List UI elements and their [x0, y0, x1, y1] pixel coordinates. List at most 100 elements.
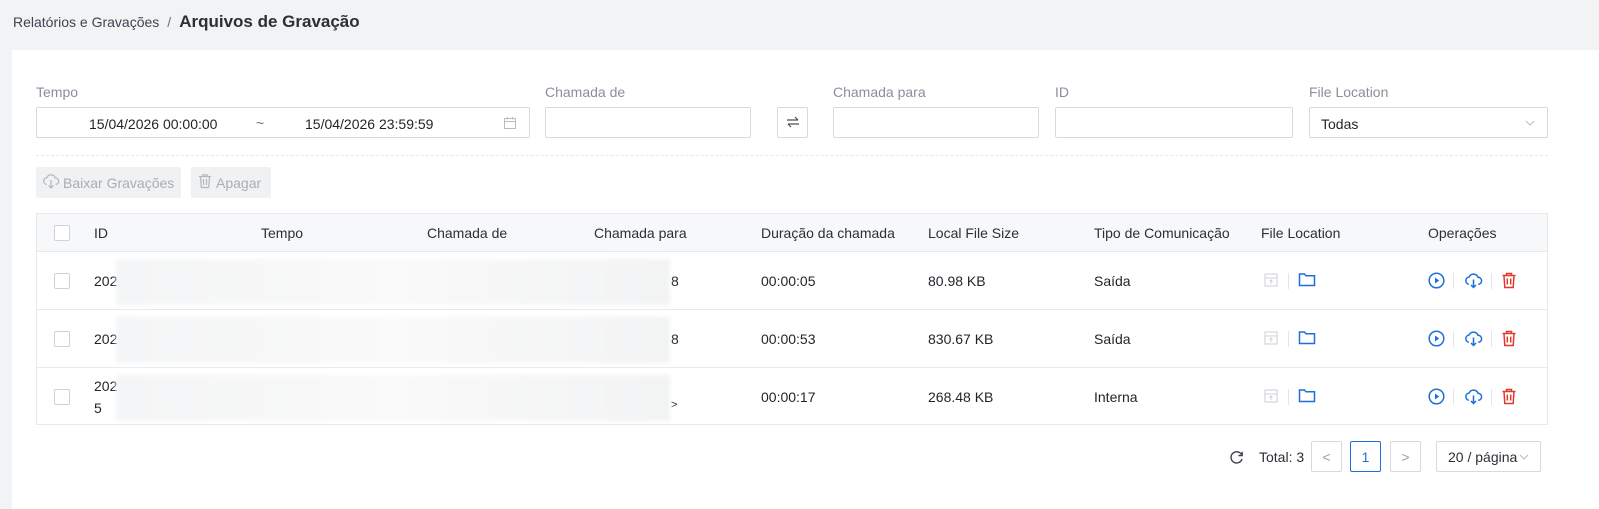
delete-label: Apagar [216, 174, 262, 191]
download-recordings-button[interactable]: Baixar Gravações [36, 167, 181, 198]
page-1-button[interactable]: 1 [1350, 441, 1381, 472]
folder-icon[interactable] [1297, 386, 1317, 404]
table-row: 202 8 00:00:05 80.98 KB Saída [37, 252, 1547, 310]
header-operacoes: Operações [1428, 225, 1497, 241]
table-row: 202 5 > 00:00:17 268.48 KB Interna [37, 368, 1547, 426]
icon-separator [1288, 331, 1289, 347]
date-range-separator: ~ [256, 115, 265, 131]
trash-icon[interactable] [1500, 271, 1518, 289]
chevron-right-icon: > [1401, 448, 1410, 465]
row-checkbox[interactable] [54, 273, 70, 289]
chamada-de-input[interactable] [545, 107, 751, 138]
breadcrumb-parent[interactable]: Relatórios e Gravações [13, 14, 159, 30]
refresh-icon[interactable] [1227, 448, 1245, 466]
trash-icon [197, 173, 216, 192]
cell-duracao: 00:00:53 [761, 331, 816, 347]
folder-icon[interactable] [1297, 270, 1317, 288]
play-icon[interactable] [1427, 329, 1445, 347]
cell-file-size: 830.67 KB [928, 331, 994, 347]
chevron-left-icon: < [1322, 448, 1331, 465]
file-location-select[interactable]: Todas [1309, 107, 1548, 138]
recordings-table: ID Tempo Chamada de Chamada para Duração… [36, 213, 1548, 425]
chevron-down-icon [1524, 117, 1536, 129]
cloud-download-icon [42, 173, 63, 192]
redacted-area [116, 317, 670, 363]
row-checkbox[interactable] [54, 389, 70, 405]
icon-separator [1288, 389, 1289, 405]
chevron-down-icon [1519, 454, 1529, 460]
download-recordings-label: Baixar Gravações [63, 174, 175, 191]
breadcrumb: Relatórios e Gravações / Arquivos de Gra… [13, 12, 360, 32]
table-header: ID Tempo Chamada de Chamada para Duração… [37, 214, 1547, 252]
page-size-select[interactable]: 20 / página [1436, 441, 1541, 472]
redacted-area [116, 259, 670, 305]
play-icon[interactable] [1427, 387, 1445, 405]
cell-id: 202 [94, 331, 118, 347]
cell-file-size: 268.48 KB [928, 389, 994, 405]
header-tempo[interactable]: Tempo [261, 225, 303, 241]
cloud-download-icon[interactable] [1463, 329, 1483, 347]
archive-icon [1262, 329, 1280, 347]
date-start[interactable]: 15/04/2026 00:00:00 [89, 116, 217, 132]
cell-chamada-para-suffix: > [671, 399, 678, 411]
cloud-download-icon[interactable] [1463, 271, 1483, 289]
page-title: Arquivos de Gravação [179, 12, 360, 31]
header-id[interactable]: ID [94, 225, 108, 241]
page-size-value: 20 / página [1448, 448, 1518, 465]
archive-icon [1262, 387, 1280, 405]
cell-file-size: 80.98 KB [928, 273, 986, 289]
icon-separator [1491, 273, 1492, 289]
cell-tipo: Saída [1094, 273, 1131, 289]
icon-separator [1288, 273, 1289, 289]
redacted-area [116, 375, 670, 421]
row-checkbox[interactable] [54, 331, 70, 347]
cell-id: 202 [94, 273, 118, 289]
delete-button[interactable]: Apagar [191, 167, 271, 198]
id-input[interactable] [1055, 107, 1293, 138]
id-label: ID [1055, 84, 1069, 100]
icon-separator [1491, 389, 1492, 405]
cell-id: 202 [94, 378, 118, 394]
play-icon[interactable] [1427, 271, 1445, 289]
next-page-button[interactable]: > [1390, 441, 1421, 472]
folder-icon[interactable] [1297, 328, 1317, 346]
date-end[interactable]: 15/04/2026 23:59:59 [305, 116, 433, 132]
chamada-para-input[interactable] [833, 107, 1039, 138]
header-duracao[interactable]: Duração da chamada [761, 225, 895, 241]
cloud-download-icon[interactable] [1463, 387, 1483, 405]
file-location-label: File Location [1309, 84, 1389, 100]
icon-separator [1453, 273, 1454, 289]
archive-icon [1262, 271, 1280, 289]
header-file-size[interactable]: Local File Size [928, 225, 1019, 241]
file-location-value: Todas [1321, 116, 1359, 132]
calendar-icon [502, 115, 518, 131]
cell-tipo: Saída [1094, 331, 1131, 347]
chamada-para-label: Chamada para [833, 84, 926, 100]
breadcrumb-separator: / [167, 14, 172, 30]
cell-id-extra: 5 [94, 400, 102, 416]
total-count: Total: 3 [1259, 449, 1305, 465]
cell-chamada-para-suffix: 8 [671, 273, 679, 289]
cell-duracao: 00:00:17 [761, 389, 816, 405]
icon-separator [1453, 389, 1454, 405]
swap-button[interactable] [777, 107, 808, 138]
chamada-de-label: Chamada de [545, 84, 626, 100]
filter-divider [36, 155, 1548, 156]
page-number: 1 [1361, 448, 1370, 465]
trash-icon[interactable] [1500, 387, 1518, 405]
icon-separator [1453, 331, 1454, 347]
cell-chamada-para-suffix: 8 [671, 331, 679, 347]
date-range-picker[interactable]: 15/04/2026 00:00:00 15/04/2026 23:59:59 [36, 107, 530, 138]
icon-separator [1491, 331, 1492, 347]
header-chamada-de[interactable]: Chamada de [427, 225, 507, 241]
header-tipo[interactable]: Tipo de Comunicação [1094, 225, 1230, 241]
swap-icon [786, 115, 800, 131]
select-all-checkbox[interactable] [54, 225, 70, 241]
cell-tipo: Interna [1094, 389, 1138, 405]
cell-duracao: 00:00:05 [761, 273, 816, 289]
tempo-label: Tempo [36, 84, 79, 100]
prev-page-button[interactable]: < [1311, 441, 1342, 472]
header-file-location: File Location [1261, 225, 1341, 241]
header-chamada-para[interactable]: Chamada para [594, 225, 687, 241]
trash-icon[interactable] [1500, 329, 1518, 347]
